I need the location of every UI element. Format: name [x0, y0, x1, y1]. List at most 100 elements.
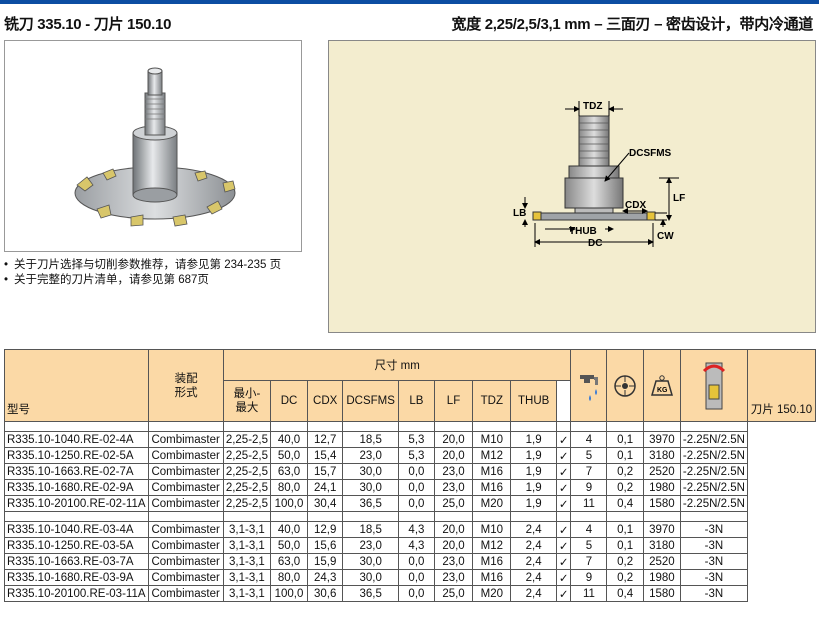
table-cell: Combimaster	[148, 479, 224, 496]
dimension-diagram: TDZ DCSFMS LF LB CDX THUB DC CW	[328, 40, 816, 333]
table-cell: 23,0	[433, 463, 474, 480]
table-cell: -2.25N/2.5N	[679, 479, 748, 496]
table-cell: 0,1	[606, 431, 644, 448]
table-cell: 2,4	[510, 521, 557, 538]
table-cell: 0,4	[606, 495, 644, 512]
table-cell: 0,2	[606, 553, 644, 570]
table-cell: -2.25N/2.5N	[679, 431, 748, 448]
table-cell: -3N	[679, 553, 748, 570]
notes-list: • 关于刀片选择与切削参数推荐，请参见第 234-235 页 • 关于完整的刀片清单…	[4, 258, 281, 288]
weight-icon: KG	[642, 349, 681, 422]
label-dc: DC	[588, 238, 602, 249]
table-cell: 30,0	[342, 463, 399, 480]
table-cell: 11	[570, 495, 608, 512]
table-row: R335.10-1663.RE-03-7A Combimaster 3,1-3,1 6…	[3, 553, 816, 570]
table-cell: ✓	[555, 521, 572, 538]
label-lb: LB	[513, 208, 526, 219]
table-cell: 5	[570, 537, 608, 554]
table-cell: 3,1-3,1	[222, 569, 272, 586]
table-cell: 15,6	[307, 537, 344, 554]
dimension-drawing: TDZ DCSFMS LF LB CDX THUB DC CW	[513, 101, 685, 249]
note-item: • 关于完整的刀片清单，请参见第 687页	[4, 274, 209, 286]
table-row: R335.10-20100.RE-02-11A Combimaster 2,25-2…	[3, 495, 816, 512]
table-cell: 50,0	[270, 447, 309, 464]
teeth-count-icon	[606, 349, 644, 422]
table-cell: R335.10-1040.RE-03-4A	[3, 521, 150, 538]
table-cell: 0,0	[398, 553, 435, 570]
table-cell: 3180	[642, 537, 681, 554]
col-cdx: CDX	[307, 380, 344, 422]
table-cell: -3N	[679, 521, 748, 538]
table-cell: -3N	[679, 569, 748, 586]
table-cell: 0,0	[398, 569, 435, 586]
table-cell: 3,1-3,1	[222, 553, 272, 570]
table-cell: 80,0	[270, 569, 309, 586]
table-cell: 2,25-2,5	[222, 479, 272, 496]
table-cell: 3970	[642, 521, 681, 538]
table-cell: 4,3	[398, 537, 435, 554]
table-cell: -2.25N/2.5N	[679, 495, 748, 512]
table-spacer-row	[3, 421, 816, 432]
table-cell: 30,0	[342, 479, 399, 496]
table-row: R335.10-1250.RE-03-5A Combimaster 3,1-3,1 5…	[3, 537, 816, 554]
table-cell: 24,1	[307, 479, 344, 496]
table-cell: 30,0	[342, 569, 399, 586]
table-cell: M20	[472, 495, 512, 512]
label-dcsfms: DCSFMS	[629, 148, 672, 159]
table-row: R335.10-1250.RE-02-5A Combimaster 2,25-2,5…	[3, 447, 816, 464]
table-cell: 100,0	[270, 585, 309, 602]
table-cell: 3,1-3,1	[222, 521, 272, 538]
table-cell: M16	[472, 553, 512, 570]
svg-text:KG: KG	[657, 387, 668, 394]
table-cell: M10	[472, 521, 512, 538]
table-cell: Combimaster	[148, 521, 224, 538]
table-cell: R335.10-1663.RE-03-7A	[3, 553, 150, 570]
table-cell: 20,0	[433, 521, 474, 538]
table-cell: Combimaster	[148, 463, 224, 480]
table-cell: 0,0	[398, 495, 435, 512]
col-dcsfms: DCSFMS	[342, 380, 399, 422]
table-cell: 1980	[642, 479, 681, 496]
table-cell: M16	[472, 479, 512, 496]
table-cell: 2,25-2,5	[222, 495, 272, 512]
table-cell: 18,5	[342, 521, 399, 538]
table-cell: -3N	[679, 585, 748, 602]
table-cell: ✓	[555, 495, 572, 512]
table-cell: M16	[472, 463, 512, 480]
table-cell: 30,6	[307, 585, 344, 602]
table-cell: Combimaster	[148, 431, 224, 448]
table-cell: 36,5	[342, 585, 399, 602]
table-cell: 0,2	[606, 479, 644, 496]
table-cell: 2520	[642, 553, 681, 570]
page-title: 铣刀 335.10 - 刀片 150.10	[4, 16, 172, 33]
label-cw: CW	[657, 231, 674, 242]
table-cell: 1,9	[510, 463, 557, 480]
table-cell: 7	[570, 553, 608, 570]
table-cell: 0,0	[398, 585, 435, 602]
table-cell: R335.10-1680.RE-03-9A	[3, 569, 150, 586]
col-dims-group: 尺寸 mm	[222, 349, 572, 381]
table-cell: 3180	[642, 447, 681, 464]
table-cell: 23,0	[433, 479, 474, 496]
table-cell: ✓	[555, 569, 572, 586]
table-cell: M20	[472, 585, 512, 602]
table-cell: 80,0	[270, 479, 309, 496]
table-cell: 23,0	[342, 537, 399, 554]
table-cell: 4	[570, 431, 608, 448]
page-subtitle: 宽度 2,25/2,5/3,1 mm – 三面刃 – 密齿设计，带内冷通道	[451, 16, 814, 33]
table-cell: 23,0	[342, 447, 399, 464]
table-cell: 9	[570, 569, 608, 586]
table-cell: M12	[472, 537, 512, 554]
table-cell: 20,0	[433, 537, 474, 554]
table-cell: 5,3	[398, 447, 435, 464]
label-lf: LF	[673, 193, 685, 204]
table-cell: M12	[472, 447, 512, 464]
rpm-icon	[679, 349, 748, 422]
table-cell: R335.10-1663.RE-02-7A	[3, 463, 150, 480]
table-cell: 23,0	[433, 569, 474, 586]
table-cell: R335.10-1680.RE-02-9A	[3, 479, 150, 496]
table-cell: 0,0	[398, 479, 435, 496]
table-cell: Combimaster	[148, 495, 224, 512]
table-cell: 63,0	[270, 553, 309, 570]
label-thub: THUB	[569, 226, 597, 237]
